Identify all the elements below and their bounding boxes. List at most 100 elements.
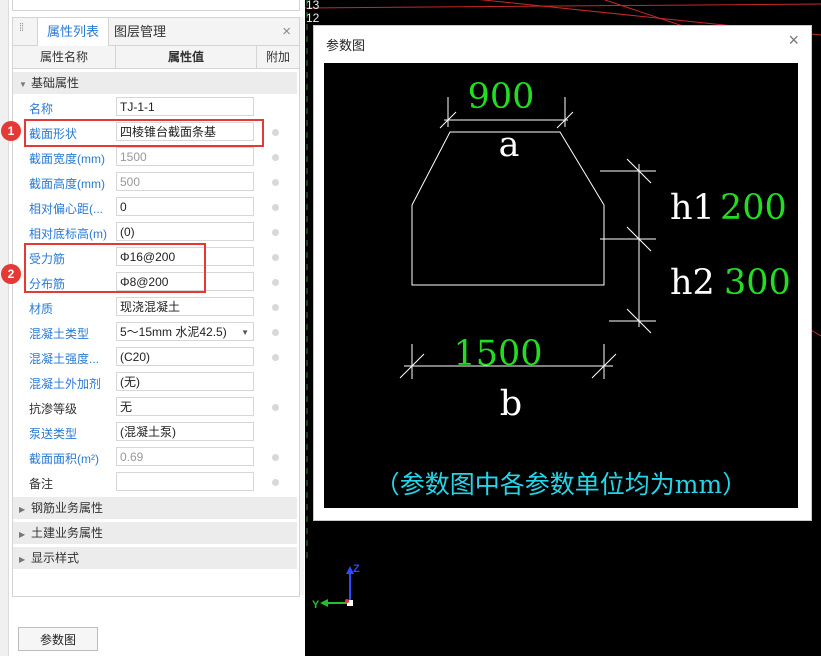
bottom-width-value: 1500 (453, 334, 542, 374)
attach-toggle-icon[interactable] (272, 229, 279, 236)
property-name[interactable]: 混凝土类型 (29, 325, 89, 342)
panel-scrollbar[interactable] (300, 17, 304, 595)
property-value-text: 无 (120, 400, 133, 414)
property-row[interactable]: 抗渗等级 无 (13, 395, 297, 420)
property-name[interactable]: 混凝土强度... (29, 350, 99, 367)
property-name[interactable]: 截面面积(m²) (29, 450, 99, 467)
top-width-name: a (499, 125, 520, 165)
z-axis-label: Z (353, 563, 360, 575)
column-header-value: 属性值 (116, 46, 257, 68)
property-row[interactable]: 名称 TJ-1-1 (13, 95, 297, 120)
group-display-style[interactable]: ▶ 显示样式 (13, 547, 297, 569)
attach-toggle-icon[interactable] (272, 404, 279, 411)
property-value-text: 0.69 (120, 450, 144, 464)
expand-arrow-icon: ▶ (19, 505, 26, 514)
property-name[interactable]: 相对偏心距(... (29, 200, 103, 217)
property-value-text: TJ-1-1 (120, 100, 155, 114)
property-row[interactable]: 相对底标高(m) (0) (13, 220, 297, 245)
property-value-field[interactable]: (0) (116, 222, 254, 241)
highlight-box-rebar (24, 243, 206, 293)
property-row[interactable]: 混凝土类型 5～15mm 水泥42.5) ▼ (13, 320, 297, 345)
property-row[interactable]: 截面宽度(mm) 1500 (13, 145, 297, 170)
parameter-diagram-button[interactable]: 参数图 (18, 627, 98, 651)
h2-value: 300 (724, 263, 791, 303)
y-axis-arrow-icon (320, 599, 328, 607)
attach-toggle-icon[interactable] (272, 179, 279, 186)
property-value-field[interactable]: 0 (116, 197, 254, 216)
property-row[interactable]: 截面高度(mm) 500 (13, 170, 297, 195)
property-row[interactable]: 泵送类型 (混凝土泵) (13, 420, 297, 445)
h1-name: h1 (670, 188, 715, 228)
attach-toggle-icon[interactable] (272, 279, 279, 286)
dropdown-arrow-icon[interactable]: ▼ (238, 323, 249, 340)
property-value-field[interactable]: TJ-1-1 (116, 97, 254, 116)
attach-toggle-icon[interactable] (272, 354, 279, 361)
attach-toggle-icon[interactable] (272, 154, 279, 161)
property-value-field[interactable]: (混凝土泵) (116, 422, 254, 441)
attach-toggle-icon[interactable] (272, 454, 279, 461)
property-name: 抗渗等级 (29, 402, 78, 416)
tab-layer-management[interactable]: 图层管理 (109, 18, 171, 45)
property-value-field[interactable]: (无) (116, 372, 254, 391)
attach-toggle-icon[interactable] (272, 254, 279, 261)
group-basic-properties[interactable]: ▼ 基础属性 (13, 72, 297, 94)
property-value-field[interactable] (116, 472, 254, 491)
unit-note: （参数图中各参数单位均为mm） (375, 470, 747, 499)
property-name[interactable]: 混凝土外加剂 (29, 375, 101, 392)
top-container-edge (12, 0, 300, 11)
attach-toggle-icon[interactable] (272, 479, 279, 486)
property-value-text: (无) (120, 375, 140, 389)
property-value-text: (混凝土泵) (120, 425, 176, 439)
property-name[interactable]: 截面宽度(mm) (29, 150, 105, 167)
h1-value: 200 (720, 188, 787, 228)
property-row[interactable]: 材质 现浇混凝土 (13, 295, 297, 320)
property-value-field[interactable]: (C20) (116, 347, 254, 366)
property-value-field[interactable]: 现浇混凝土 (116, 297, 254, 316)
property-value-text: 0 (120, 200, 127, 214)
property-value-text: 现浇混凝土 (120, 300, 181, 314)
property-value-text: 5～15mm 水泥42.5) (120, 325, 227, 339)
callout-badge-2: 2 (1, 264, 21, 284)
property-value-text: 1500 (120, 150, 147, 164)
property-row[interactable]: 混凝土强度... (C20) (13, 345, 297, 370)
grid-line (305, 3, 821, 9)
dialog-close-icon[interactable]: × (788, 30, 799, 51)
left-edge-strip (0, 0, 9, 656)
group-rebar-business[interactable]: ▶ 钢筋业务属性 (13, 497, 297, 519)
drag-grip-icon[interactable]: ⁞⁞ (19, 23, 27, 37)
top-width-value: 900 (468, 77, 535, 117)
property-value-field[interactable]: 1500 (116, 147, 254, 166)
h2-name: h2 (670, 263, 715, 303)
bottom-width-name: b (500, 384, 522, 424)
property-value-text: (0) (120, 225, 135, 239)
property-name[interactable]: 截面高度(mm) (29, 175, 105, 192)
property-row[interactable]: 截面面积(m²) 0.69 (13, 445, 297, 470)
property-value-field[interactable]: 500 (116, 172, 254, 191)
property-value-field[interactable]: 无 (116, 397, 254, 416)
property-row[interactable]: 相对偏心距(... 0 (13, 195, 297, 220)
attach-toggle-icon[interactable] (272, 129, 279, 136)
property-value-field[interactable]: 0.69 (116, 447, 254, 466)
property-value-select[interactable]: 5～15mm 水泥42.5) ▼ (116, 322, 254, 341)
tab-property-list[interactable]: 属性列表 (37, 18, 109, 46)
group-civil-business[interactable]: ▶ 土建业务属性 (13, 522, 297, 544)
attach-toggle-icon[interactable] (272, 204, 279, 211)
property-name[interactable]: 泵送类型 (29, 425, 77, 442)
expand-arrow-icon: ▶ (19, 530, 26, 539)
column-header-row: 属性名称 属性值 附加 (13, 46, 299, 69)
callout-badge-1: 1 (1, 121, 21, 141)
property-row[interactable]: 备注 (13, 470, 297, 495)
attach-toggle-icon[interactable] (272, 304, 279, 311)
property-row[interactable]: 混凝土外加剂 (无) (13, 370, 297, 395)
y-axis-label: Y (312, 599, 320, 611)
property-name[interactable]: 名称 (29, 100, 53, 117)
parameter-diagram-dialog: 参数图 × 900 a h1 200 h2 300 1500 b （参数图中各参… (313, 25, 812, 521)
attach-toggle-icon[interactable] (272, 329, 279, 336)
property-name: 备注 (29, 477, 54, 491)
property-list-panel: ⁞⁞ 属性列表 图层管理 × 属性名称 属性值 附加 ▼ 基础属性 名称 TJ-1-… (12, 17, 300, 597)
dialog-title: 参数图 (326, 38, 366, 53)
property-name[interactable]: 相对底标高(m) (29, 225, 107, 242)
panel-tab-bar: ⁞⁞ 属性列表 图层管理 × (13, 18, 299, 46)
panel-close-icon[interactable]: × (282, 23, 291, 40)
property-name[interactable]: 材质 (29, 300, 53, 317)
